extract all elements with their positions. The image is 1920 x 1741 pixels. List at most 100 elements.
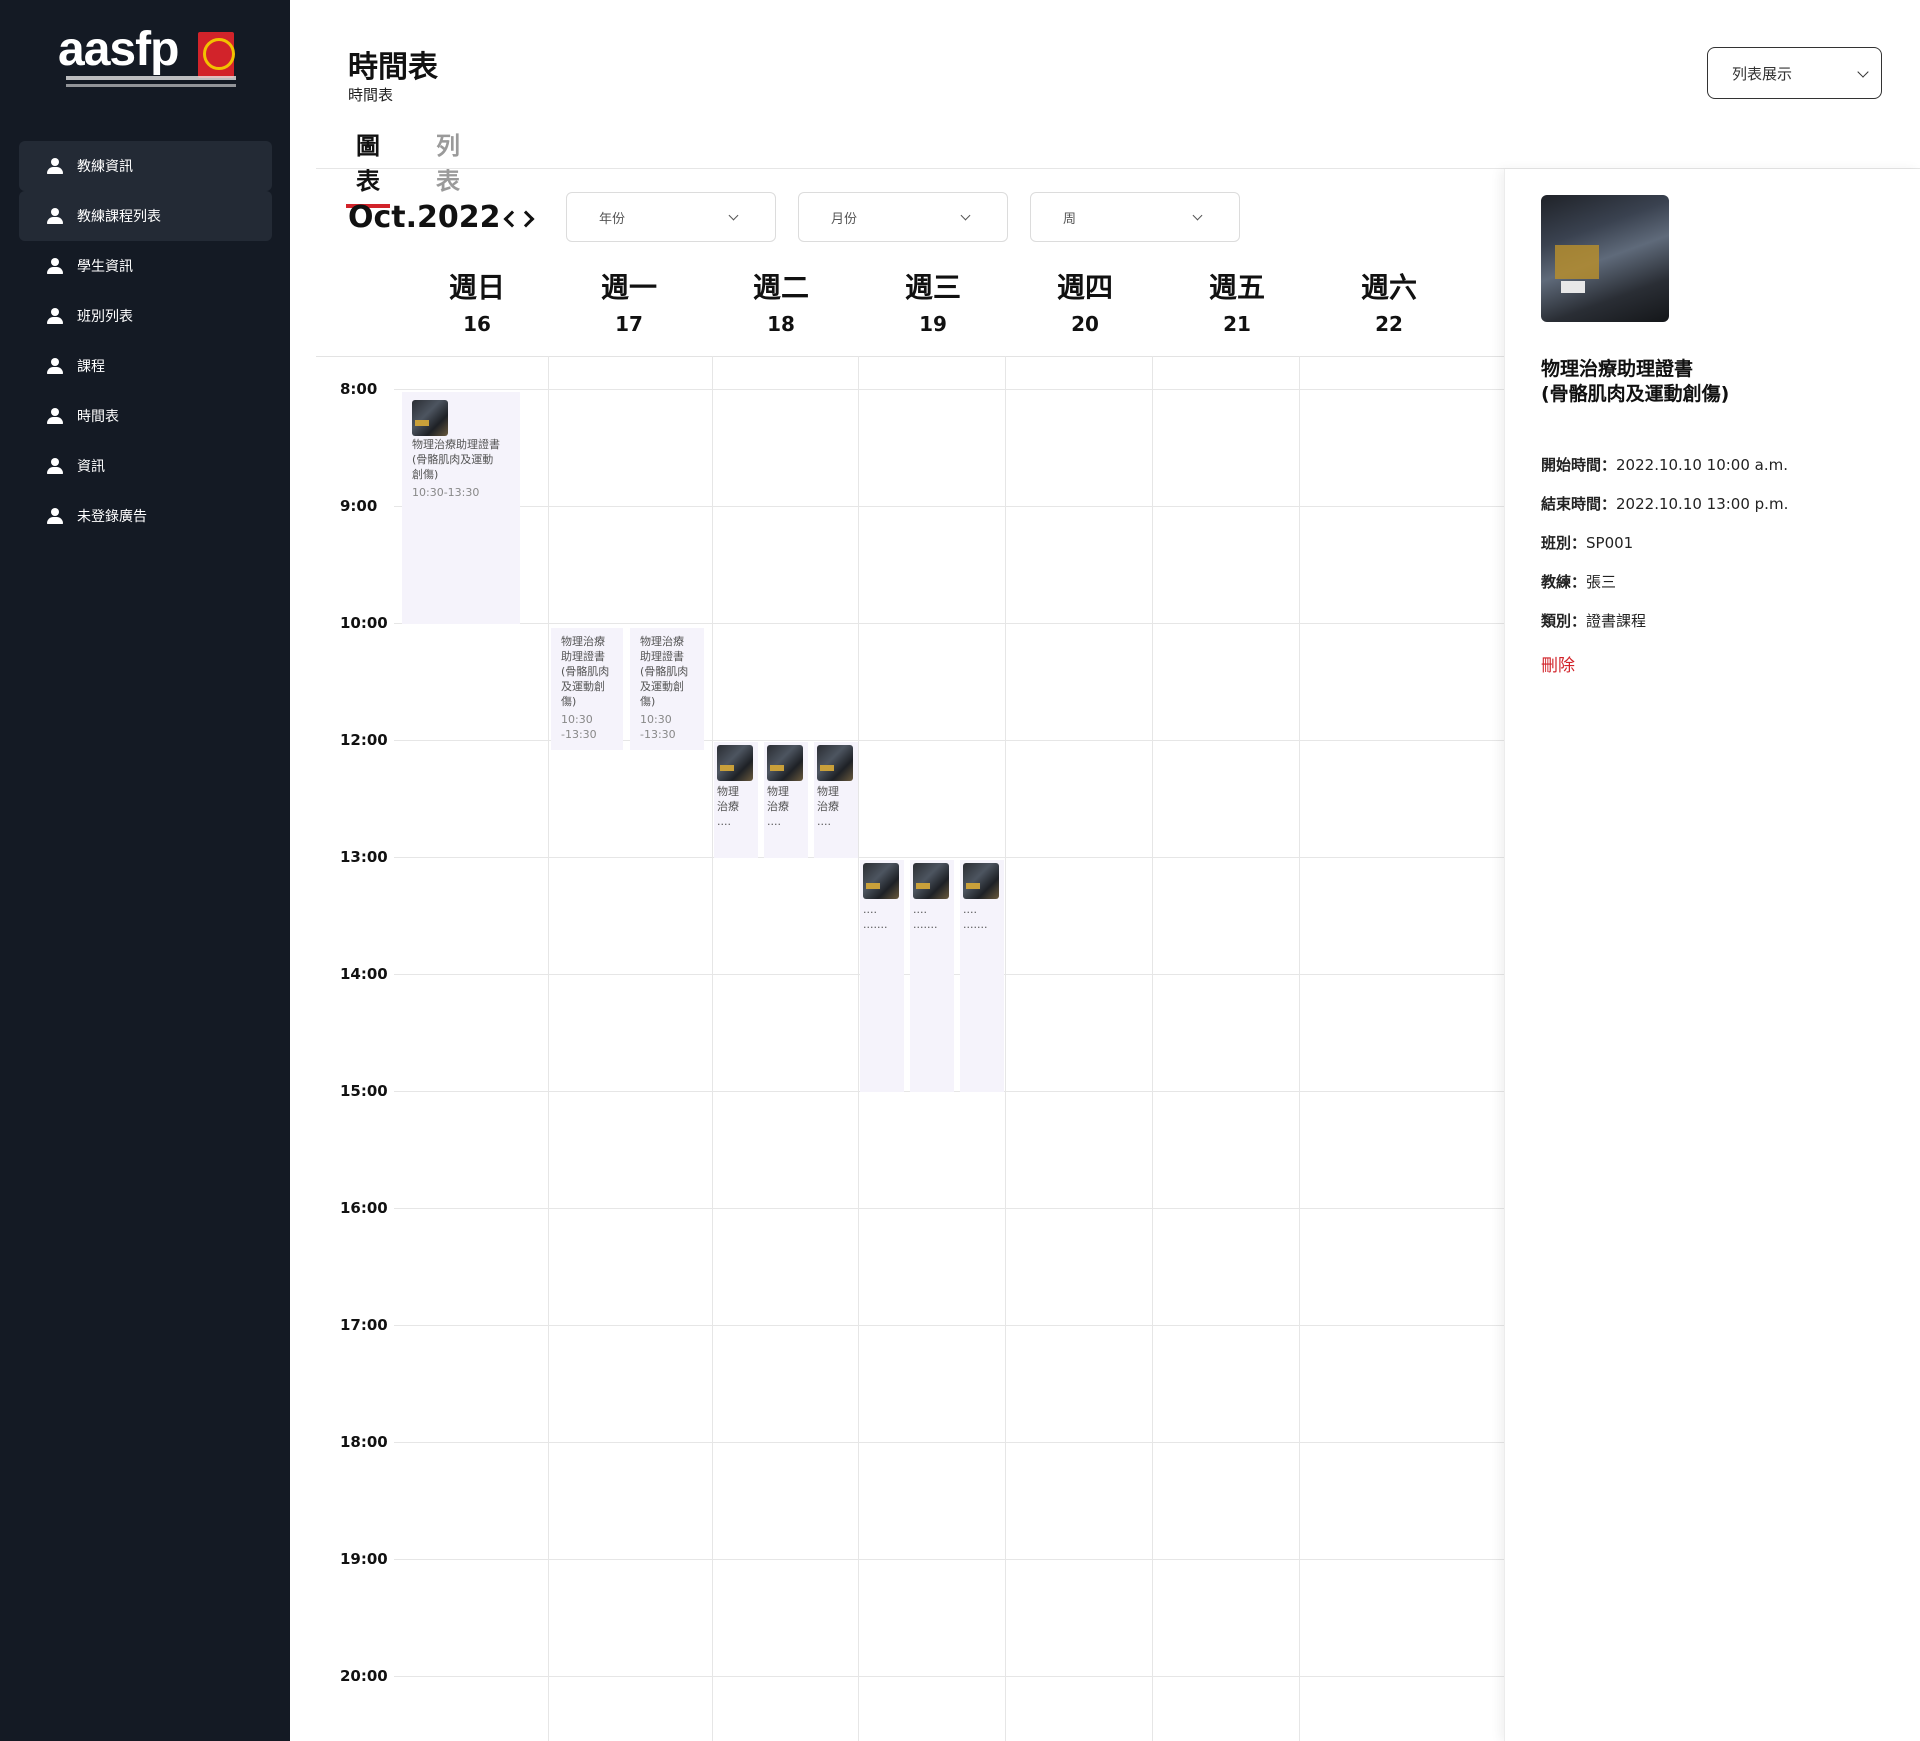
detail-label: 開始時間：: [1541, 456, 1617, 474]
day-date: 18: [767, 312, 795, 336]
detail-class: 班別：SP001: [1541, 532, 1633, 553]
sidebar-item-courses[interactable]: 課程: [19, 341, 272, 391]
tab-list[interactable]: 列表: [426, 124, 470, 204]
detail-value: 證書課程: [1586, 612, 1647, 630]
event-time: 10:30 -13:30: [561, 713, 597, 741]
sidebar-item-info[interactable]: 資訊: [19, 441, 272, 491]
event-card-wed-1[interactable]: .... .......: [860, 860, 904, 1092]
tab-chart[interactable]: 圖表: [346, 124, 390, 208]
grid-column-line: [712, 356, 713, 1741]
user-icon: [47, 458, 63, 474]
logo-badge-icon: [198, 32, 235, 78]
course-thumbnail: [817, 745, 853, 781]
user-icon: [47, 358, 63, 374]
view-mode-select[interactable]: 列表展示: [1707, 47, 1882, 99]
time-label: 15:00: [340, 1082, 388, 1100]
year-dropdown[interactable]: 年份: [566, 192, 776, 242]
chevron-right-icon[interactable]: [520, 208, 534, 230]
sidebar-item-timetable[interactable]: 時間表: [19, 391, 272, 441]
course-thumbnail: [767, 745, 803, 781]
event-card-wed-2[interactable]: .... .......: [910, 860, 954, 1092]
event-card-sun[interactable]: 物理治療助理證書 (骨骼肌肉及運動 創傷) 10:30-13:30: [402, 392, 520, 624]
delete-button[interactable]: 刪除: [1541, 651, 1575, 676]
detail-value: 2022.10.10 10:00 a.m.: [1616, 456, 1789, 474]
day-name: 週四: [1056, 271, 1113, 304]
logo-subtitle-mark: [66, 76, 236, 80]
week-dropdown[interactable]: 周: [1030, 192, 1240, 242]
grid-hour-line: [394, 1676, 1504, 1677]
brand-logo[interactable]: aasfp: [58, 23, 236, 92]
day-header-tue: 週二 18: [705, 266, 857, 336]
grid-column-line: [1152, 356, 1153, 1741]
day-name: 週二: [752, 271, 809, 304]
detail-value: SP001: [1586, 534, 1634, 552]
sidebar-menu: 教練資訊 教練課程列表 學生資訊 班別列表 課程 時間表 資訊 未登錄廣告: [19, 141, 272, 541]
time-label: 17:00: [340, 1316, 388, 1334]
sidebar-item-label: 學生資訊: [77, 259, 133, 275]
month-dropdown[interactable]: 月份: [798, 192, 1008, 242]
user-icon: [47, 158, 63, 174]
time-label: 9:00: [340, 497, 378, 515]
user-icon: [47, 408, 63, 424]
detail-label: 教練：: [1541, 573, 1587, 591]
detail-value: 張三: [1586, 573, 1617, 591]
event-card-tue-2[interactable]: 物理 治療 ....: [764, 742, 808, 858]
detail-label: 班別：: [1541, 534, 1587, 552]
grid-hour-line: [394, 506, 1504, 507]
sidebar-item-label: 教練課程列表: [77, 209, 161, 225]
time-label: 10:00: [340, 614, 388, 632]
day-header-sat: 週六 22: [1313, 266, 1465, 336]
grid-column-line: [1299, 356, 1300, 1741]
time-label: 20:00: [340, 1667, 388, 1685]
event-card-wed-3[interactable]: .... .......: [960, 860, 1004, 1092]
day-name: 週五: [1208, 271, 1265, 304]
grid-column-line: [858, 356, 859, 1741]
sidebar-item-label: 教練資訊: [77, 159, 133, 175]
chevron-down-icon: [960, 210, 971, 221]
detail-title-text: 物理治療助理證書 (骨骼肌肉及運動創傷): [1541, 358, 1730, 405]
course-thumbnail: [412, 400, 448, 436]
chevron-down-icon: [728, 210, 739, 221]
detail-coach: 教練：張三: [1541, 571, 1616, 592]
day-name: 週日: [448, 271, 505, 304]
course-cover-image: [1541, 195, 1669, 322]
day-header-thu: 週四 20: [1009, 266, 1161, 336]
event-card-mon-1[interactable]: 物理治療 助理證書 (骨骼肌肉 及運動創 傷) 10:30 -13:30: [551, 628, 623, 750]
logo-text: aasfp: [58, 23, 179, 76]
chevron-left-icon[interactable]: [502, 208, 516, 230]
event-card-tue-3[interactable]: 物理 治療 ....: [814, 742, 858, 858]
event-card-tue-1[interactable]: 物理 治療 ....: [714, 742, 758, 858]
time-label: 19:00: [340, 1550, 388, 1568]
sidebar-item-coach-courses[interactable]: 教練課程列表: [19, 191, 272, 241]
day-header-sun: 週日 16: [401, 266, 553, 336]
event-card-mon-2[interactable]: 物理治療 助理證書 (骨骼肌肉 及運動創 傷) 10:30 -13:30: [630, 628, 704, 750]
week-dropdown-placeholder: 周: [1063, 211, 1077, 227]
detail-label: 結束時間：: [1541, 495, 1617, 513]
user-icon: [47, 208, 63, 224]
event-title: 物理 治療 ....: [817, 785, 839, 828]
chevron-down-icon: [1857, 66, 1869, 78]
day-header-fri: 週五 21: [1161, 266, 1313, 336]
sidebar-item-label: 課程: [77, 359, 105, 375]
event-title: 物理 治療 ....: [717, 785, 739, 828]
grid-hour-line: [394, 389, 1504, 390]
grid-column-line: [1005, 356, 1006, 1741]
sidebar-item-label: 資訊: [77, 459, 105, 475]
course-thumbnail: [963, 863, 999, 899]
detail-label: 類別：: [1541, 612, 1587, 630]
day-name: 週三: [904, 271, 961, 304]
event-title: 物理治療 助理證書 (骨骼肌肉 及運動創 傷): [561, 635, 610, 708]
detail-value: 2022.10.10 13:00 p.m.: [1616, 495, 1789, 513]
day-date: 17: [615, 312, 643, 336]
time-label: 13:00: [340, 848, 388, 866]
grid-hour-line: [394, 623, 1504, 624]
sidebar-item-student-info[interactable]: 學生資訊: [19, 241, 272, 291]
sidebar-item-class-list[interactable]: 班別列表: [19, 291, 272, 341]
sidebar-item-unregistered-ads[interactable]: 未登錄廣告: [19, 491, 272, 541]
event-title: 物理 治療 ....: [767, 785, 789, 828]
time-label: 12:00: [340, 731, 388, 749]
sidebar-item-coach-info[interactable]: 教練資訊: [19, 141, 272, 191]
year-dropdown-placeholder: 年份: [599, 211, 626, 227]
day-header-mon: 週一 17: [553, 266, 705, 336]
course-thumbnail: [913, 863, 949, 899]
